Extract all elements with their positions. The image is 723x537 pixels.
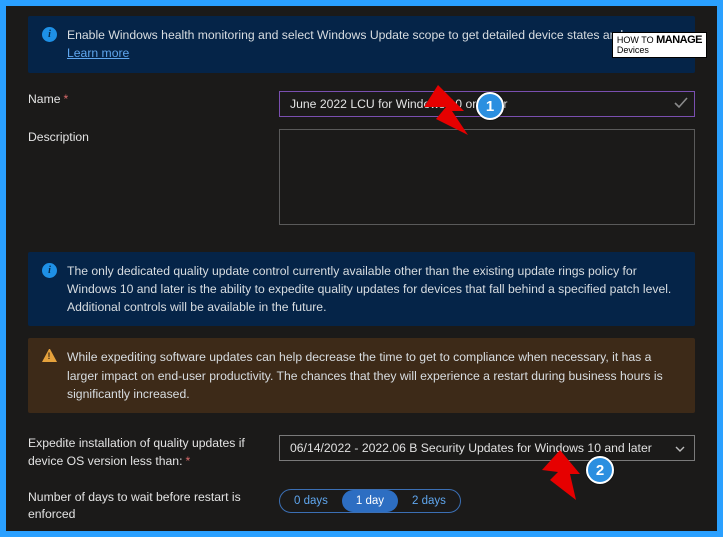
wait-option-1day[interactable]: 1 day [342,490,398,512]
row-wait-days: Number of days to wait before restart is… [28,489,695,524]
description-textarea[interactable] [279,129,695,225]
chevron-down-icon [674,443,686,455]
wait-option-0days[interactable]: 0 days [280,490,342,512]
annotation-bubble-1: 1 [476,92,504,120]
wait-days-segmented: 0 days 1 day 2 days [279,489,461,513]
wait-option-2days[interactable]: 2 days [398,490,460,512]
info-quality-update-control: i The only dedicated quality update cont… [28,252,695,327]
warning-text: While expediting software updates can he… [67,348,681,403]
wait-days-label: Number of days to wait before restart is… [28,489,263,524]
info-text: The only dedicated quality update contro… [67,262,681,317]
info-text: Enable Windows health monitoring and sel… [67,28,662,42]
name-label: Name* [28,91,263,109]
info-icon: i [42,263,57,278]
settings-panel: HOW TO MANAGE Devices i Enable Windows h… [6,6,717,531]
warning-expedite-impact: While expediting software updates can he… [28,338,695,413]
warning-icon [42,349,57,362]
expedite-version-select[interactable]: 06/14/2022 - 2022.06 B Security Updates … [279,435,695,461]
row-name: Name* [28,91,695,117]
watermark-badge: HOW TO MANAGE Devices [612,32,707,58]
expedite-label: Expedite installation of quality updates… [28,435,263,470]
learn-more-link[interactable]: Learn more [67,46,129,60]
expedite-selected-value: 06/14/2022 - 2022.06 B Security Updates … [290,441,652,455]
info-icon: i [42,27,57,42]
row-description: Description [28,129,695,228]
annotation-bubble-2: 2 [586,456,614,484]
info-health-monitoring: i Enable Windows health monitoring and s… [28,16,695,73]
required-asterisk: * [64,92,69,106]
description-label: Description [28,129,263,147]
